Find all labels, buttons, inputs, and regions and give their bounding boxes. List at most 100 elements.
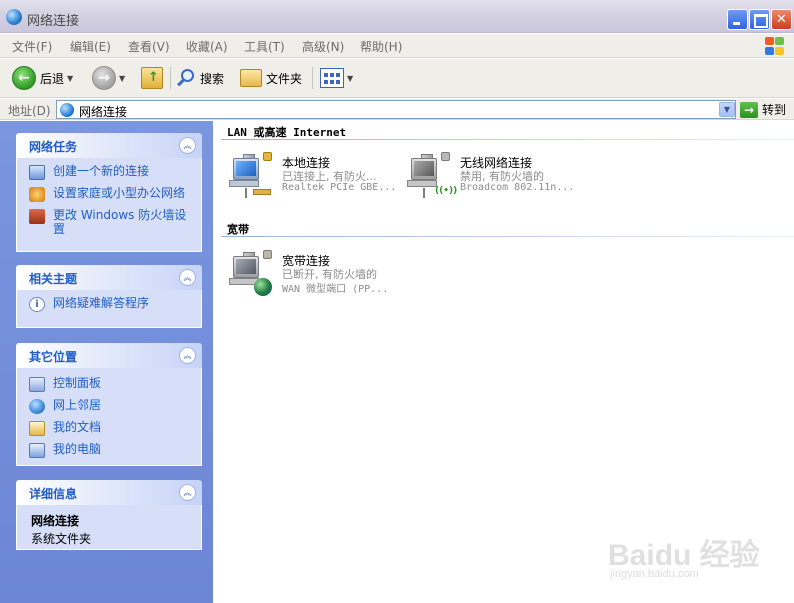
address-label: 地址(D) [8,104,51,118]
wifi-antenna-icon: ((•)) [435,186,458,196]
related-topics-title: 相关主题 [29,272,78,286]
views-icon [320,68,344,88]
network-connections-icon [60,103,74,117]
forward-button[interactable]: → ▼ [92,65,125,91]
details-body: 网络连接 系统文件夹 [16,505,202,550]
menu-bar: 文件(F) 编辑(E) 查看(V) 收藏(A) 工具(T) 高级(N) 帮助(H… [0,34,794,58]
go-arrow-icon: → [740,101,758,118]
up-button[interactable]: ↑ [141,65,163,91]
details-name: 网络连接 [31,514,80,528]
collapse-icon[interactable]: ︽ [179,347,196,364]
task-create-connection[interactable]: 创建一个新的连接 [27,164,193,182]
collapse-icon[interactable]: ︽ [179,484,196,501]
up-folder-icon: ↑ [141,67,163,89]
details-title: 详细信息 [29,487,78,501]
menu-view[interactable]: 查看(V) [128,38,170,55]
place-my-computer[interactable]: 我的电脑 [27,442,193,460]
views-button[interactable]: ▼ [320,65,353,91]
search-icon [176,68,196,88]
address-value: 网络连接 [79,105,128,119]
maximize-button[interactable] [749,9,770,30]
connection-device: WAN 微型端口 (PP... [282,284,389,295]
back-button[interactable]: ← 后退 ▼ [12,65,73,91]
connection-local-area[interactable]: 本地连接 已连接上, 有防火... Realtek PCIe GBE... [227,152,417,200]
windows-logo-icon [764,36,786,56]
task-firewall-settings-label: 更改 Windows 防火墙设置 [53,208,187,236]
close-button[interactable]: ✕ [771,9,792,30]
task-pane: 网络任务 ︽ 创建一个新的连接 设置家庭或小型办公网络 更改 Windows 防… [0,121,213,603]
network-neighborhood-icon [29,399,45,414]
back-label: 后退 [40,71,65,86]
collapse-icon[interactable]: ︽ [179,269,196,286]
place-my-documents[interactable]: 我的文档 [27,420,193,438]
place-my-computer-label: 我的电脑 [53,442,102,456]
address-input[interactable]: 网络连接 ▼ [56,100,736,119]
other-places-body: 控制面板 网上邻居 我的文档 我的电脑 [16,368,202,466]
connection-wireless[interactable]: ((•)) 无线网络连接 禁用, 有防火墙的 Broadcom 802.11n.… [405,152,595,200]
place-control-panel-label: 控制面板 [53,376,102,390]
related-network-troubleshooter[interactable]: i 网络疑难解答程序 [27,296,193,314]
baidu-watermark: Baidu 经验 jingyan.baidu.com [604,518,784,584]
other-places-panel: 其它位置 ︽ 控制面板 网上邻居 我的文档 我的电脑 [16,343,202,466]
related-topics-panel: 相关主题 ︽ i 网络疑难解答程序 [16,265,202,328]
title-bar[interactable]: 网络连接 ✕ [0,0,794,33]
network-tasks-header[interactable]: 网络任务 ︽ [16,133,202,158]
group-divider [221,139,794,140]
menu-file[interactable]: 文件(F) [12,38,52,55]
new-connection-icon [29,165,45,180]
watermark-url: jingyan.baidu.com [610,568,699,580]
details-panel: 详细信息 ︽ 网络连接 系统文件夹 [16,480,202,550]
go-button[interactable]: → 转到 [740,101,786,118]
close-icon: ✕ [776,12,787,27]
my-computer-icon [29,443,45,458]
place-network-neighborhood[interactable]: 网上邻居 [27,398,193,416]
address-bar: 地址(D) 网络连接 ▼ → 转到 [0,99,794,120]
menu-edit[interactable]: 编辑(E) [70,38,111,55]
go-label: 转到 [762,103,787,117]
folders-button[interactable]: 文件夹 [240,65,302,91]
connection-device: Realtek PCIe GBE... [282,182,397,193]
other-places-title: 其它位置 [29,350,78,364]
task-setup-home-network[interactable]: 设置家庭或小型办公网络 [27,186,193,204]
control-panel-icon [29,377,45,392]
other-places-header[interactable]: 其它位置 ︽ [16,343,202,368]
connection-device: Broadcom 802.11n... [460,182,575,193]
task-firewall-settings[interactable]: 更改 Windows 防火墙设置 [27,208,193,236]
place-control-panel[interactable]: 控制面板 [27,376,193,394]
firewall-icon [29,209,45,224]
minimize-button[interactable] [727,9,748,30]
firewall-lock-icon [263,152,272,161]
folders-label: 文件夹 [266,71,303,86]
minimize-icon [728,10,747,29]
toolbar-separator [312,67,313,89]
back-dropdown-icon[interactable]: ▼ [67,74,73,83]
related-topics-header[interactable]: 相关主题 ︽ [16,265,202,290]
group-title-lan: LAN 或高速 Internet [227,126,347,139]
views-dropdown-icon[interactable]: ▼ [347,74,353,83]
menu-advanced[interactable]: 高级(N) [302,38,344,55]
network-tasks-panel: 网络任务 ︽ 创建一个新的连接 设置家庭或小型办公网络 更改 Windows 防… [16,133,202,252]
address-dropdown-icon[interactable]: ▼ [719,102,735,117]
back-arrow-icon: ← [12,66,36,90]
toolbar: ← 后退 ▼ → ▼ ↑ 搜索 文件夹 ▼ [0,59,794,98]
collapse-icon[interactable]: ︽ [179,137,196,154]
info-icon: i [29,297,45,312]
task-setup-home-network-label: 设置家庭或小型办公网络 [53,186,186,200]
menu-help[interactable]: 帮助(H) [360,38,402,55]
lan-connection-icon [227,152,272,198]
related-topics-body: i 网络疑难解答程序 [16,290,202,328]
group-divider [221,236,794,237]
network-tasks-body: 创建一个新的连接 设置家庭或小型办公网络 更改 Windows 防火墙设置 [16,158,202,252]
details-header[interactable]: 详细信息 ︽ [16,480,202,505]
search-label: 搜索 [200,71,225,86]
details-type: 系统文件夹 [31,532,92,546]
toolbar-separator [170,67,171,89]
forward-arrow-icon: → [92,66,116,90]
search-button[interactable]: 搜索 [176,65,224,91]
menu-tools[interactable]: 工具(T) [244,38,285,55]
task-create-connection-label: 创建一个新的连接 [53,164,150,178]
forward-dropdown-icon[interactable]: ▼ [119,74,125,83]
maximize-icon [750,10,769,29]
menu-favorites[interactable]: 收藏(A) [186,38,228,55]
connection-broadband[interactable]: 宽带连接 已断开, 有防火墙的 WAN 微型端口 (PP... [227,250,417,298]
